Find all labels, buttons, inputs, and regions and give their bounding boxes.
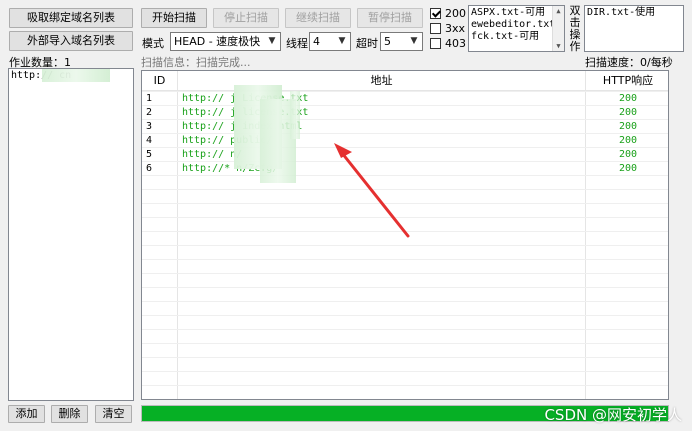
add-button[interactable]: 添加 [8,405,45,423]
delete-button[interactable]: 删除 [51,405,88,423]
clear-button[interactable]: 清空 [95,405,132,423]
watermark: CSDN @网安初学人 [544,406,682,424]
annotation-arrow [334,143,410,238]
